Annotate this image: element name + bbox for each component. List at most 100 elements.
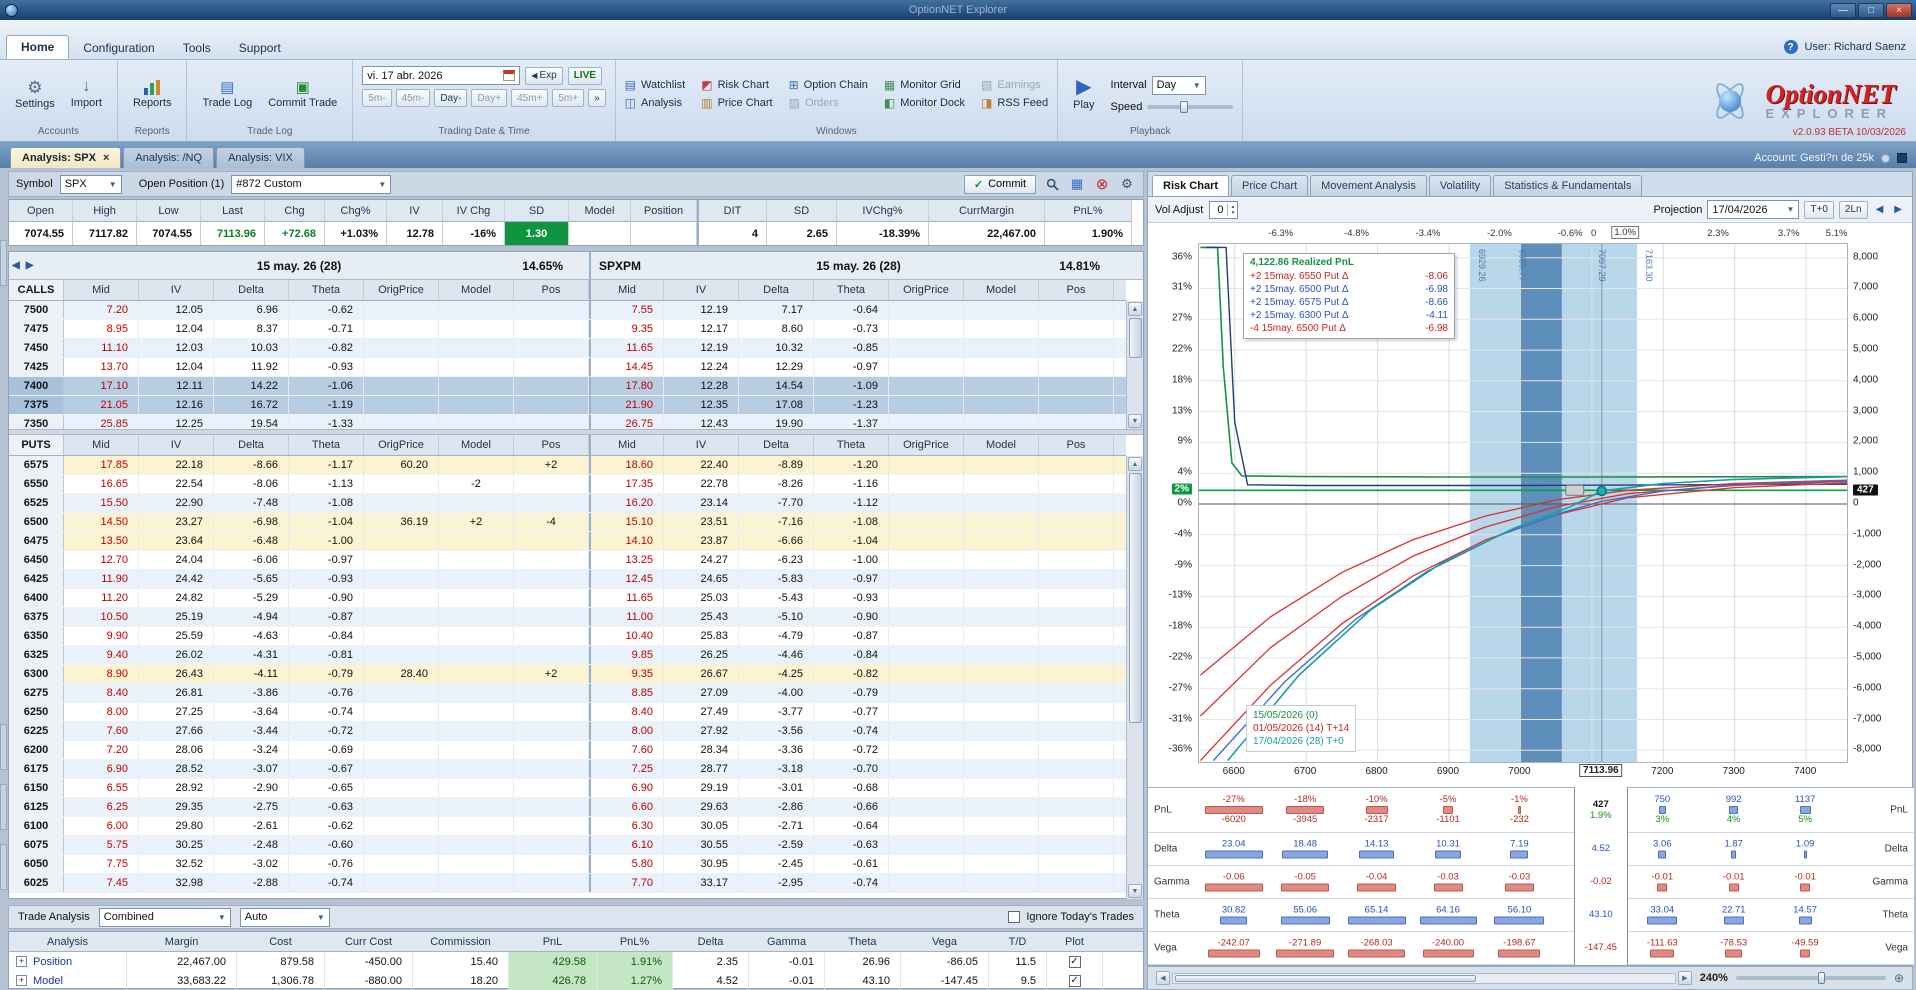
auto-select[interactable]: Auto ▼ <box>239 907 330 927</box>
doc-tab-analysis-nq[interactable]: Analysis: /NQ <box>123 147 215 168</box>
chain-row-6050[interactable]: 6050 7.75 32.52 -3.02 -0.76 5.80 30.95 -2.45 -0.… <box>9 855 1126 874</box>
chain-row-6375[interactable]: 6375 10.50 25.19 -4.94 -0.87 11.00 25.43 -5.10-… <box>9 608 1126 627</box>
live-button[interactable]: LIVE <box>567 66 602 85</box>
horizontal-scrollbar[interactable]: ◀ ▶ <box>1156 971 1692 985</box>
plot-checkbox[interactable]: ✓ <box>1068 955 1081 968</box>
projection-date-select[interactable]: 17/04/2026 ▼ <box>1707 200 1800 219</box>
ribbon-window-monitor-grid[interactable]: ▦ Monitor Grid <box>884 79 965 91</box>
two-lines-button[interactable]: 2Ln <box>1838 200 1868 219</box>
scroll-up-icon[interactable]: ▲ <box>1128 457 1142 471</box>
chain-row-6150[interactable]: 6150 6.55 28.92 -2.90 -0.65 6.90 29.19 -3.01 -0.… <box>9 779 1126 798</box>
settings-button[interactable]: ⚙ Settings <box>9 77 61 112</box>
dock-tab[interactable] <box>0 844 7 890</box>
trade-log-button[interactable]: ▤ Trade Log <box>196 78 258 111</box>
plot-checkbox[interactable]: ✓ <box>1068 974 1081 987</box>
chain-row-6525[interactable]: 6525 15.50 22.90 -7.48 -1.08 16.20 23.14 -7.70-… <box>9 494 1126 513</box>
chain-row-6350[interactable]: 6350 9.90 25.59 -4.63 -0.84 10.40 25.83 -4.79 -0… <box>9 627 1126 646</box>
help-icon[interactable]: ? <box>1783 40 1798 54</box>
prev-expiry-icon[interactable]: ◀ <box>9 260 23 271</box>
ribbon-window-price-chart[interactable]: ▥ Price Chart <box>701 97 772 109</box>
close-position-icon[interactable]: ⊗ <box>1093 175 1111 193</box>
vol-scale-input[interactable]: 1.0% <box>1611 226 1639 239</box>
chain-row-6450[interactable]: 6450 12.70 24.04 -6.06 -0.97 13.25 24.27 -6.23-… <box>9 551 1126 570</box>
commit-trade-button[interactable]: ▣ Commit Trade <box>262 78 343 111</box>
reports-button[interactable]: Reports <box>127 78 178 111</box>
step-button-45m[interactable]: 45m- <box>395 89 431 107</box>
chain-row-7375[interactable]: 7375 21.05 12.16 16.72 -1.19 21.90 12.35 17.08-… <box>9 396 1126 415</box>
risk-tab-volatility[interactable]: Volatility <box>1428 175 1492 196</box>
dock-tab[interactable] <box>0 240 7 286</box>
puts-scrollbar[interactable]: ▲ ▼ <box>1126 456 1143 899</box>
chain-row-6550[interactable]: 6550 16.65 22.54 -8.06 -1.13 -2 17.35 22.78 -8.2… <box>9 475 1126 494</box>
symbol-select[interactable]: SPX ▼ <box>59 174 122 194</box>
chain-row-6100[interactable]: 6100 6.00 29.80 -2.61 -0.62 6.30 30.05 -2.71 -0.… <box>9 817 1126 836</box>
pan-right-icon[interactable]: ▶ <box>1891 204 1905 215</box>
menu-tab-tools[interactable]: Tools <box>169 37 225 59</box>
chain-row-7450[interactable]: 7450 11.10 12.03 10.03 -0.82 11.65 12.19 10.32-… <box>9 339 1126 358</box>
scroll-thumb[interactable] <box>1128 473 1142 723</box>
trade-row-model[interactable]: + Model 33,683.22 1,306.78 -880.00 18.20 426.7… <box>9 971 1143 990</box>
vol-adjust-spinner[interactable]: 0 ▲ ▼ <box>1209 200 1239 219</box>
ribbon-window-risk-chart[interactable]: ◩ Risk Chart <box>701 79 772 91</box>
chain-row-6400[interactable]: 6400 11.20 24.82 -5.29 -0.90 11.65 25.03 -5.43-… <box>9 589 1126 608</box>
zoom-slider[interactable] <box>1735 972 1886 984</box>
chain-row-6275[interactable]: 6275 8.40 26.81 -3.86 -0.76 8.85 27.09 -4.00 -0.… <box>9 684 1126 703</box>
chain-row-7500[interactable]: 7500 7.20 12.05 6.96 -0.62 7.55 12.19 7.17 -0.64 <box>9 301 1126 320</box>
trade-row-position[interactable]: + Position 22,467.00 879.58 -450.00 15.40 429.… <box>9 952 1143 971</box>
risk-tab-statistics-fundamentals[interactable]: Statistics & Fundamentals <box>1493 175 1643 196</box>
combined-select[interactable]: Combined ▼ <box>98 907 231 927</box>
dock-tab[interactable] <box>0 784 7 830</box>
risk-tab-movement-analysis[interactable]: Movement Analysis <box>1310 175 1427 196</box>
pan-left-icon[interactable]: ◀ <box>1873 204 1887 215</box>
risk-tab-risk-chart[interactable]: Risk Chart <box>1152 175 1230 196</box>
chain-row-7425[interactable]: 7425 13.70 12.04 11.92 -0.93 14.45 12.24 12.29-… <box>9 358 1126 377</box>
t0-button[interactable]: T+0 <box>1804 200 1834 219</box>
scroll-thumb[interactable] <box>1175 974 1477 982</box>
strategy-select[interactable]: #872 Custom ▼ <box>231 174 392 194</box>
next-expiry-icon[interactable]: ▶ <box>23 260 37 271</box>
chain-row-7475[interactable]: 7475 8.95 12.04 8.37 -0.71 9.35 12.17 8.60 -0.73 <box>9 320 1126 339</box>
scroll-left-icon[interactable]: ◀ <box>1156 971 1170 985</box>
zoom-slider-thumb[interactable] <box>1818 972 1826 984</box>
speed-slider[interactable] <box>1147 100 1234 113</box>
scroll-down-icon[interactable]: ▼ <box>1128 414 1142 428</box>
import-button[interactable]: ↓ Import <box>65 77 108 111</box>
commit-button[interactable]: ✓ Commit <box>963 174 1036 194</box>
menu-tab-support[interactable]: Support <box>225 37 295 59</box>
minimize-button[interactable]: — <box>1830 2 1856 18</box>
chain-row-6575[interactable]: 6575 17.85 22.18 -8.66 -1.17 60.20 +2 18.60 22.4… <box>9 456 1126 475</box>
ribbon-window-watchlist[interactable]: ▤ Watchlist <box>625 79 686 91</box>
step-button-5m[interactable]: 5m+ <box>552 89 585 107</box>
chain-row-6025[interactable]: 6025 7.45 32.98 -2.88 -0.74 7.70 33.17 -2.95 -0.… <box>9 874 1126 893</box>
ignore-trades-checkbox[interactable] <box>1008 911 1021 923</box>
ribbon-window-monitor-dock[interactable]: ◧ Monitor Dock <box>884 97 965 109</box>
step-button-day[interactable]: Day+ <box>471 89 508 107</box>
chain-row-6325[interactable]: 6325 9.40 26.02 -4.31 -0.81 9.85 26.25 -4.46 -0.… <box>9 646 1126 665</box>
exp-button[interactable]: ◀ Exp <box>525 66 563 85</box>
risk-tab-price-chart[interactable]: Price Chart <box>1231 175 1309 196</box>
chain-row-7400[interactable]: 7400 17.10 12.11 14.22 -1.06 17.80 12.28 14.54-… <box>9 377 1126 396</box>
chain-row-6225[interactable]: 6225 7.60 27.66 -3.44 -0.72 8.00 27.92 -3.56 -0.… <box>9 722 1126 741</box>
ribbon-window-option-chain[interactable]: ⊞ Option Chain <box>789 79 868 91</box>
zoom-in-icon[interactable]: ⊕ <box>1894 971 1904 985</box>
menu-tab-home[interactable]: Home <box>6 35 70 59</box>
maximize-button[interactable]: □ <box>1858 2 1884 18</box>
chain-row-6175[interactable]: 6175 6.90 28.52 -3.07 -0.67 7.25 28.77 -3.18 -0.… <box>9 760 1126 779</box>
chain-row-6250[interactable]: 6250 8.00 27.25 -3.64 -0.74 8.40 27.49 -3.77 -0.… <box>9 703 1126 722</box>
step-button-[interactable]: » <box>588 89 606 107</box>
play-button[interactable]: ▶ Play <box>1067 75 1100 113</box>
tab-close-icon[interactable]: × <box>103 152 109 164</box>
chain-row-6200[interactable]: 6200 7.20 28.06 -3.24 -0.69 7.60 28.34 -3.36 -0.… <box>9 741 1126 760</box>
calls-scrollbar[interactable]: ▲ ▼ <box>1126 301 1143 429</box>
scroll-down-icon[interactable]: ▼ <box>1128 884 1142 898</box>
panel-toggle-icon[interactable] <box>1897 153 1907 163</box>
ribbon-window-rss-feed[interactable]: ◨ RSS Feed <box>981 97 1048 109</box>
interval-select[interactable]: Day ▼ <box>1151 75 1206 95</box>
gear-icon[interactable]: ⚙ <box>1118 175 1136 193</box>
scroll-right-icon[interactable]: ▶ <box>1677 971 1692 985</box>
close-button[interactable]: × <box>1886 2 1912 18</box>
chain-row-6500[interactable]: 6500 14.50 23.27 -6.98 -1.04 36.19 +2 -4 15.10 23… <box>9 513 1126 532</box>
doc-tab-analysis-spx[interactable]: Analysis: SPX × <box>10 147 122 168</box>
chain-row-7350[interactable]: 7350 25.85 12.25 19.54 -1.33 26.75 12.43 19.90-… <box>9 415 1126 429</box>
expand-icon[interactable]: + <box>16 956 27 967</box>
